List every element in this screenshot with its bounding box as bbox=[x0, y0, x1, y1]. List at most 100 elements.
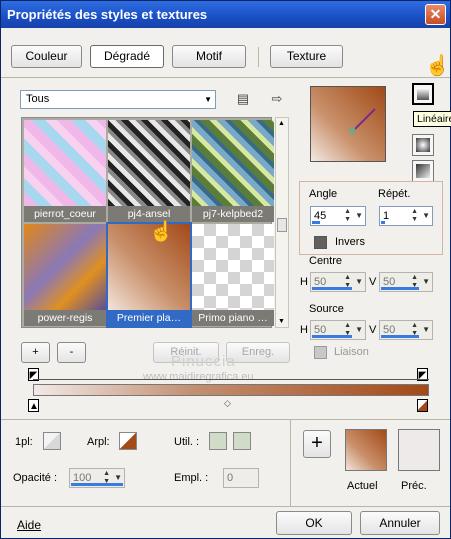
center-h-slider-bar[interactable] bbox=[312, 287, 352, 290]
cancel-button[interactable]: Annuler bbox=[360, 511, 440, 535]
color-stop-start[interactable]: ▲ bbox=[28, 399, 39, 412]
util-swatch-1[interactable] bbox=[209, 432, 227, 450]
rectangular-style-button[interactable] bbox=[412, 160, 434, 182]
previous-label: Préc. bbox=[401, 480, 427, 492]
spin-arrows-icon[interactable]: ▲ ▼ bbox=[344, 208, 351, 224]
title-bar: Propriétés des styles et textures ✕ bbox=[1, 1, 450, 28]
scroll-thumb[interactable] bbox=[277, 218, 287, 232]
center-v-label: V bbox=[369, 276, 377, 288]
radial-style-button[interactable] bbox=[412, 134, 434, 156]
remove-gradient-button[interactable]: - bbox=[57, 342, 86, 363]
gradient-name: pierrot_coeur bbox=[24, 206, 106, 222]
category-select[interactable]: Tous ▼ bbox=[20, 90, 216, 109]
1pl-label: 1pl: bbox=[15, 436, 33, 448]
divider bbox=[290, 420, 291, 506]
gradient-menu-icon[interactable]: ▤ bbox=[235, 91, 251, 107]
source-h-input[interactable]: 50 ▲ ▼ ▼ bbox=[310, 320, 366, 340]
arpl-swatch[interactable] bbox=[119, 432, 137, 450]
util-swatch-2[interactable] bbox=[233, 432, 251, 450]
rectangular-gradient-icon bbox=[416, 164, 430, 178]
gradient-tile-primo-piano[interactable]: Primo piano … bbox=[192, 224, 274, 326]
gradient-editor-bar[interactable] bbox=[33, 384, 429, 396]
gradient-tile-pj7-kelpbed2[interactable]: pj7-kelpbed2 bbox=[192, 120, 274, 222]
current-swatch bbox=[345, 429, 387, 471]
ok-button[interactable]: OK bbox=[276, 511, 352, 535]
center-v-slider-bar[interactable] bbox=[381, 287, 419, 290]
divider bbox=[1, 506, 450, 507]
color-stop-end[interactable] bbox=[417, 399, 428, 412]
center-v-input[interactable]: 50 ▲ ▼ ▼ bbox=[379, 272, 433, 292]
source-h-slider-bar[interactable] bbox=[312, 335, 352, 338]
angle-slider-bar[interactable] bbox=[312, 221, 320, 224]
gradient-thumbnail bbox=[108, 120, 190, 206]
gradient-preview[interactable]: ✳ bbox=[310, 86, 386, 162]
scroll-down-icon[interactable]: ▼ bbox=[278, 318, 285, 325]
location-input[interactable]: 0 bbox=[223, 468, 259, 488]
add-gradient-button[interactable]: + bbox=[21, 342, 50, 363]
angle-label: Angle bbox=[309, 188, 338, 200]
chevron-down-icon[interactable]: ▼ bbox=[422, 207, 430, 225]
tab-degrade[interactable]: Dégradé bbox=[90, 45, 164, 68]
chevron-down-icon[interactable]: ▼ bbox=[355, 207, 363, 225]
window-title: Propriétés des styles et textures bbox=[7, 7, 208, 22]
linear-style-button[interactable] bbox=[412, 83, 434, 105]
chevron-down-icon[interactable]: ▼ bbox=[422, 321, 430, 339]
add-to-swatches-button[interactable]: + bbox=[303, 430, 331, 458]
help-link[interactable]: Aide bbox=[17, 518, 41, 532]
scroll-up-icon[interactable]: ▲ bbox=[278, 120, 285, 127]
chevron-down-icon[interactable]: ▼ bbox=[422, 273, 430, 291]
close-button[interactable]: ✕ bbox=[425, 4, 446, 25]
link-label: Liaison bbox=[334, 346, 369, 358]
location-label: Empl. : bbox=[174, 472, 209, 484]
repeat-slider-bar[interactable] bbox=[381, 221, 385, 224]
watermark-url: www.maidiregrafica.eu bbox=[143, 371, 254, 383]
gradient-name: Premier pla… bbox=[108, 310, 190, 326]
category-value: Tous bbox=[26, 93, 50, 105]
center-h-label: H bbox=[300, 276, 308, 288]
gradient-thumbnail bbox=[192, 224, 274, 310]
chevron-down-icon: ▼ bbox=[204, 95, 212, 104]
divider bbox=[1, 419, 450, 420]
repeat-input[interactable]: 1 ▲ ▼ ▼ bbox=[379, 206, 433, 226]
source-label: Source bbox=[309, 303, 344, 315]
angle-input[interactable]: 45 ▲ ▼ ▼ bbox=[310, 206, 366, 226]
chevron-down-icon[interactable]: ▼ bbox=[355, 321, 363, 339]
svg-text:✳: ✳ bbox=[347, 124, 357, 138]
opacity-input[interactable]: 100 ▲ ▼ ▼ bbox=[69, 468, 125, 488]
dialog-window: Propriétés des styles et textures ✕ Coul… bbox=[0, 0, 451, 539]
source-v-label: V bbox=[369, 324, 377, 336]
pointer-hand-icon: ☝ bbox=[149, 221, 174, 243]
location-value: 0 bbox=[227, 472, 234, 484]
tab-motif[interactable]: Motif bbox=[172, 45, 246, 68]
gradient-tile-pj4-ansel[interactable]: pj4-ansel bbox=[108, 120, 190, 222]
gradient-gallery: pierrot_coeur pj4-ansel pj7-kelpbed2 pow… bbox=[21, 117, 274, 328]
gradient-name: power-regis bbox=[24, 310, 106, 326]
watermark-text: Pinuccia bbox=[171, 353, 236, 370]
source-h-label: H bbox=[300, 324, 308, 336]
current-label: Actuel bbox=[347, 480, 378, 492]
midpoint-diamond-icon[interactable]: ◇ bbox=[224, 398, 231, 409]
invert-label: Invers bbox=[335, 236, 365, 248]
source-v-input[interactable]: 50 ▲ ▼ ▼ bbox=[379, 320, 433, 340]
1pl-swatch[interactable] bbox=[43, 432, 61, 450]
opacity-label: Opacité : bbox=[13, 472, 58, 484]
spin-arrows-icon[interactable]: ▲ ▼ bbox=[411, 208, 418, 224]
opacity-track bbox=[33, 379, 429, 380]
chevron-down-icon[interactable]: ▼ bbox=[355, 273, 363, 291]
angle-handle[interactable]: ✳ bbox=[311, 87, 387, 163]
invert-checkbox[interactable] bbox=[314, 236, 327, 249]
tab-couleur[interactable]: Couleur bbox=[11, 45, 82, 68]
center-h-input[interactable]: 50 ▲ ▼ ▼ bbox=[310, 272, 366, 292]
tab-divider bbox=[258, 47, 259, 67]
arrow-right-icon[interactable]: ⇨ bbox=[269, 91, 285, 107]
opacity-slider-bar[interactable] bbox=[71, 483, 123, 486]
gradient-tile-power-regis[interactable]: power-regis bbox=[24, 224, 106, 326]
source-v-slider-bar[interactable] bbox=[381, 335, 419, 338]
previous-swatch[interactable] bbox=[398, 429, 440, 471]
gallery-scrollbar[interactable]: ▲ ▼ bbox=[275, 117, 289, 328]
divider bbox=[1, 77, 450, 78]
util-label: Util. : bbox=[174, 436, 200, 448]
tab-texture[interactable]: Texture bbox=[270, 45, 343, 68]
gradient-tile-pierrot-coeur[interactable]: pierrot_coeur bbox=[24, 120, 106, 222]
link-checkbox[interactable] bbox=[314, 346, 327, 359]
